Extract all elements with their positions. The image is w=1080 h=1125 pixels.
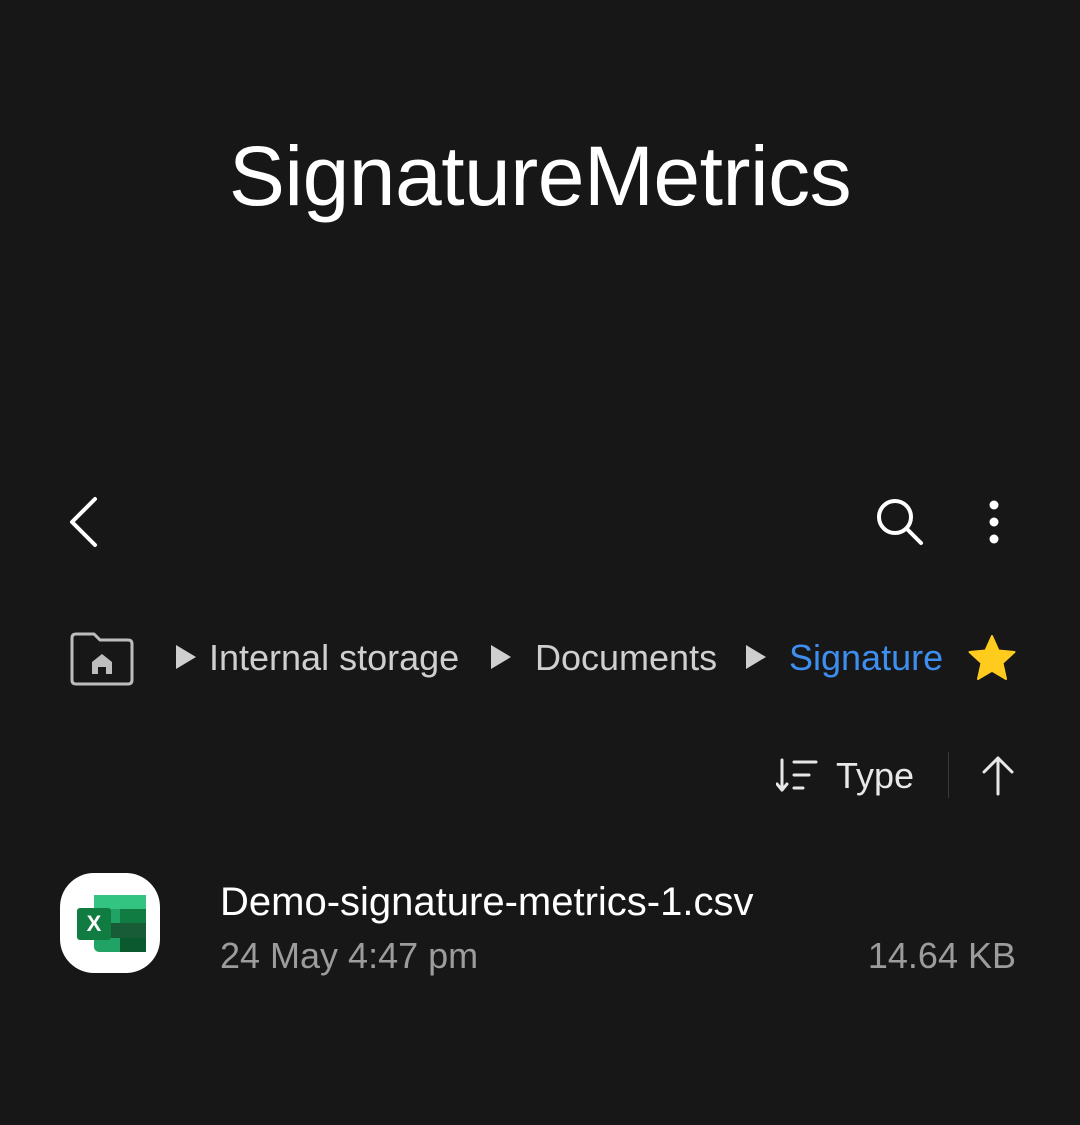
star-icon[interactable]	[967, 634, 1017, 682]
search-button[interactable]	[870, 494, 930, 550]
breadcrumb-fade	[940, 632, 954, 684]
page-title: SignatureMetrics	[228, 129, 852, 223]
chevron-left-icon	[70, 497, 97, 547]
breadcrumb-separator-icon	[176, 645, 196, 669]
breadcrumb-item-current-folder[interactable]: Signature	[789, 636, 949, 680]
home-folder-icon[interactable]	[68, 630, 136, 686]
file-date: 24 May 4:47 pm	[220, 935, 479, 976]
breadcrumb-separator-icon	[746, 645, 766, 669]
file-size: 14.64 KB	[867, 935, 1016, 976]
more-options-button[interactable]	[972, 494, 1016, 550]
divider	[948, 752, 949, 798]
search-icon	[877, 499, 923, 545]
more-vertical-icon	[989, 500, 999, 544]
sort-icon	[776, 758, 818, 792]
excel-file-icon: X	[60, 873, 160, 973]
file-list-item[interactable]: X Demo-signature-metrics-1.csv 24 May 4:…	[0, 862, 1080, 986]
sort-label: Type	[836, 755, 915, 796]
arrow-up-icon[interactable]	[974, 752, 1022, 800]
breadcrumb-item-documents[interactable]: Documents	[535, 636, 717, 680]
back-button[interactable]	[56, 492, 112, 552]
sort-bar: Type	[774, 748, 1024, 804]
breadcrumb: Internal storage Documents Signature	[60, 624, 1032, 692]
file-name: Demo-signature-metrics-1.csv	[220, 880, 754, 924]
breadcrumb-item-internal-storage[interactable]: Internal storage	[209, 636, 459, 680]
sort-by-button[interactable]: Type	[774, 748, 934, 804]
svg-text:X: X	[87, 911, 102, 936]
breadcrumb-separator-icon	[491, 645, 511, 669]
